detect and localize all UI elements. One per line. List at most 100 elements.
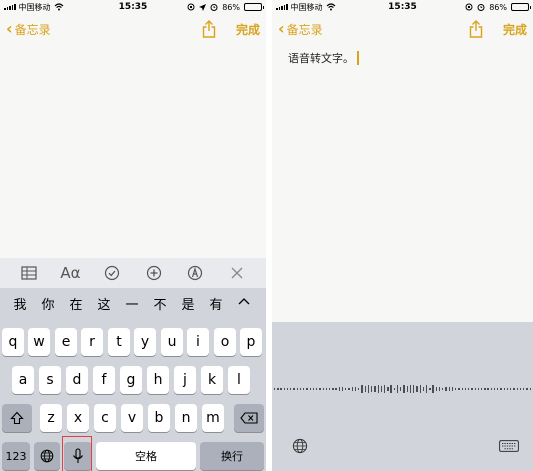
- key-p[interactable]: p: [240, 328, 262, 356]
- waveform-bar: [322, 388, 324, 390]
- key-x[interactable]: x: [67, 404, 89, 432]
- waveform-bar: [341, 387, 344, 391]
- key-u[interactable]: u: [161, 328, 183, 356]
- note-body[interactable]: 语音转文字。: [288, 50, 359, 66]
- waveform-bar: [416, 386, 418, 392]
- key-z[interactable]: z: [40, 404, 62, 432]
- waveform-bar: [493, 388, 496, 390]
- numbers-key[interactable]: 123: [2, 442, 30, 470]
- key-q[interactable]: q: [2, 328, 24, 356]
- waveform-bar: [354, 387, 357, 391]
- waveform-bar: [484, 388, 486, 390]
- waveform-bar: [422, 386, 425, 392]
- waveform-bar: [283, 388, 285, 390]
- microphone-key[interactable]: [64, 442, 92, 470]
- key-r[interactable]: r: [81, 328, 103, 356]
- battery-percent: 86%: [489, 2, 507, 12]
- waveform-bar: [303, 388, 305, 390]
- key-c[interactable]: c: [94, 404, 116, 432]
- key-g[interactable]: g: [120, 366, 142, 394]
- waveform-bar: [503, 388, 505, 390]
- globe-key[interactable]: [34, 442, 60, 470]
- back-button[interactable]: ‹ 备忘录: [6, 21, 51, 38]
- candidate-word[interactable]: 是: [174, 294, 202, 313]
- waveform-bar: [435, 387, 438, 391]
- key-l[interactable]: l: [228, 366, 250, 394]
- share-icon[interactable]: [202, 20, 216, 38]
- waveform-bar: [409, 385, 412, 393]
- waveform-bar: [461, 388, 463, 390]
- waveform-bar: [523, 388, 525, 390]
- globe-icon[interactable]: [292, 438, 308, 454]
- waveform-bar: [438, 387, 441, 391]
- waveform-bar: [481, 388, 483, 390]
- status-bar: 中国移动 15:35 86%: [0, 0, 266, 14]
- waveform-bar: [296, 388, 298, 390]
- key-j[interactable]: j: [174, 366, 196, 394]
- space-key[interactable]: 空格: [96, 442, 196, 470]
- add-icon[interactable]: [143, 262, 165, 284]
- waveform-bar: [458, 388, 460, 390]
- back-button[interactable]: ‹ 备忘录: [278, 21, 323, 38]
- lock-rotation-icon: [465, 3, 473, 11]
- key-k[interactable]: k: [201, 366, 223, 394]
- key-row-4: 123 空格 换行: [0, 442, 266, 470]
- key-h[interactable]: h: [147, 366, 169, 394]
- waveform-bar: [519, 388, 522, 390]
- key-y[interactable]: y: [134, 328, 156, 356]
- note-toolbar: Aα: [0, 258, 266, 288]
- done-button[interactable]: 完成: [236, 21, 260, 38]
- key-e[interactable]: e: [55, 328, 77, 356]
- candidate-word[interactable]: 我: [6, 294, 34, 313]
- alarm-icon: [477, 4, 485, 11]
- key-o[interactable]: o: [214, 328, 236, 356]
- key-a[interactable]: a: [12, 366, 34, 394]
- waveform-bar: [328, 388, 331, 390]
- keyboard-icon[interactable]: [499, 440, 519, 452]
- delete-key[interactable]: [234, 404, 264, 432]
- delete-icon: [240, 412, 258, 424]
- shift-key[interactable]: [2, 404, 32, 432]
- key-t[interactable]: t: [108, 328, 130, 356]
- waveform-bar: [526, 388, 528, 390]
- key-s[interactable]: s: [39, 366, 61, 394]
- candidate-word[interactable]: 你: [34, 294, 62, 313]
- expand-candidates-icon[interactable]: [230, 294, 258, 308]
- battery-percent: 86%: [222, 2, 240, 12]
- note-text: 语音转文字。: [288, 52, 354, 65]
- microphone-icon: [73, 448, 83, 463]
- candidate-bar: 我 你 在 这 一 不 是 有: [0, 288, 266, 318]
- markup-icon[interactable]: [184, 262, 206, 284]
- key-f[interactable]: f: [93, 366, 115, 394]
- waveform-bar: [451, 387, 454, 391]
- waveform-bar: [432, 384, 434, 394]
- waveform-bar: [332, 388, 334, 390]
- waveform-bar: [516, 388, 518, 390]
- checklist-icon[interactable]: [101, 262, 123, 284]
- key-n[interactable]: n: [175, 404, 197, 432]
- waveform-bar: [419, 384, 421, 394]
- candidate-word[interactable]: 不: [146, 294, 174, 313]
- candidate-word[interactable]: 一: [118, 294, 146, 313]
- wifi-icon: [54, 3, 63, 11]
- close-icon[interactable]: [226, 262, 248, 284]
- candidate-word[interactable]: 这: [90, 294, 118, 313]
- waveform-bar: [468, 388, 470, 390]
- nav-bar: ‹ 备忘录 完成: [0, 14, 266, 44]
- key-i[interactable]: i: [187, 328, 209, 356]
- key-v[interactable]: v: [121, 404, 143, 432]
- candidate-word[interactable]: 在: [62, 294, 90, 313]
- format-text-icon[interactable]: Aα: [59, 262, 81, 284]
- waveform-bar: [274, 388, 276, 390]
- key-b[interactable]: b: [148, 404, 170, 432]
- table-icon[interactable]: [18, 262, 40, 284]
- key-w[interactable]: w: [28, 328, 50, 356]
- waveform-bar: [319, 388, 321, 390]
- candidate-word[interactable]: 有: [202, 294, 230, 313]
- waveform-bar: [338, 387, 340, 391]
- key-m[interactable]: m: [202, 404, 224, 432]
- share-icon[interactable]: [469, 20, 483, 38]
- done-button[interactable]: 完成: [503, 21, 527, 38]
- key-d[interactable]: d: [66, 366, 88, 394]
- return-key[interactable]: 换行: [200, 442, 264, 470]
